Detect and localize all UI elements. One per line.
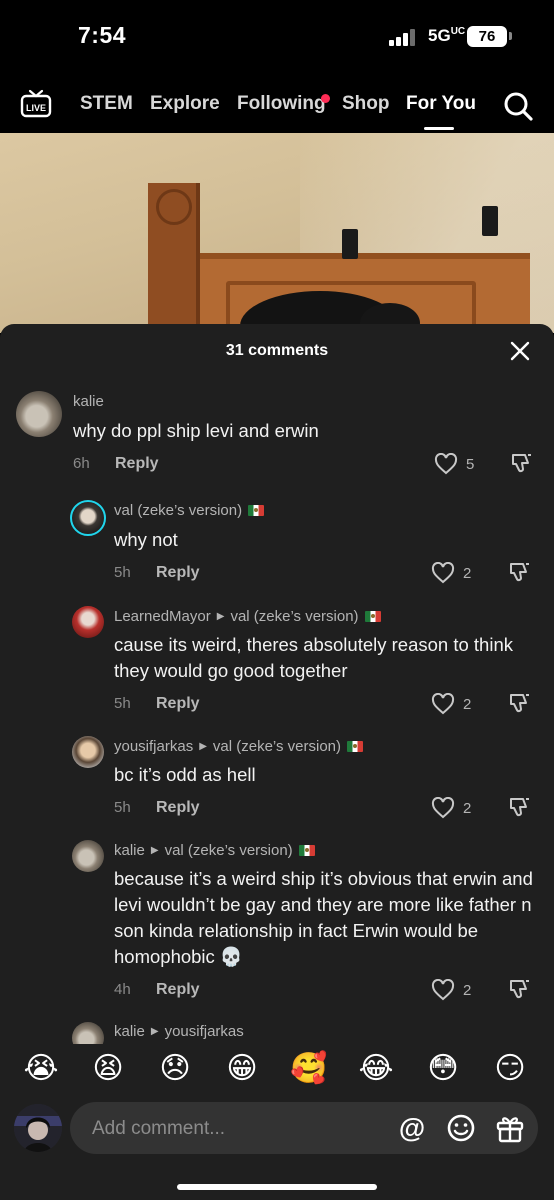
video-player[interactable] [0, 133, 554, 333]
video-hook [482, 206, 498, 236]
comment-input[interactable] [92, 1116, 372, 1142]
emoji-laughing-button[interactable]: 😂 [357, 1050, 395, 1088]
reply-button[interactable]: Reply [156, 981, 200, 999]
reply-button[interactable]: Reply [115, 455, 159, 473]
reply-button[interactable]: Reply [156, 695, 200, 713]
cellular-signal-icon [389, 29, 419, 46]
status-bar: 7:54 5GUC 76 [0, 0, 554, 72]
reply-arrow-icon: ▶ [216, 611, 225, 622]
avatar[interactable] [16, 391, 62, 437]
comment-username[interactable]: kalie ▶ val (zeke’s version) [114, 842, 315, 859]
comment-time: 6h [73, 455, 90, 472]
like-count: 2 [463, 981, 472, 999]
like-count: 2 [463, 564, 472, 582]
dislike-icon[interactable] [508, 560, 532, 584]
home-indicator[interactable] [177, 1184, 377, 1190]
tab-stem[interactable]: STEM [80, 93, 133, 115]
network-type: 5GUC [428, 26, 466, 45]
active-tab-indicator [424, 127, 454, 130]
heart-icon [434, 453, 458, 475]
comment-username[interactable]: val (zeke’s version) [114, 502, 265, 519]
like-button[interactable]: 2 [431, 797, 471, 819]
avatar[interactable] [72, 606, 104, 638]
emoji-picker-icon[interactable] [445, 1112, 477, 1144]
mexico-flag-icon [347, 741, 364, 752]
close-icon[interactable] [510, 341, 530, 361]
reply-button[interactable]: Reply [156, 799, 200, 817]
mexico-flag-icon [248, 505, 265, 516]
tab-shop[interactable]: Shop [342, 93, 390, 115]
like-button[interactable]: 2 [431, 693, 471, 715]
comment-text: because it’s a weird ship it’s obvious t… [114, 868, 533, 967]
like-count: 2 [463, 799, 472, 817]
like-button[interactable]: 2 [431, 562, 471, 584]
comment-time: 5h [114, 564, 131, 581]
tab-explore[interactable]: Explore [150, 93, 220, 115]
like-count: 5 [466, 455, 475, 473]
reply-arrow-icon: ▶ [199, 741, 207, 752]
video-door-rosette [156, 189, 192, 225]
comment-username[interactable]: LearnedMayor ▶ val (zeke’s version) [114, 608, 381, 625]
emoji-crying-button[interactable]: 😭 [22, 1050, 60, 1088]
video-hook [342, 229, 358, 259]
live-icon[interactable]: LIVE [20, 88, 52, 120]
svg-text:@: @ [399, 1113, 425, 1143]
notification-dot [321, 94, 330, 103]
heart-icon [431, 693, 455, 715]
emoji-smirk-button[interactable]: 😏 [491, 1050, 529, 1088]
mexico-flag-icon [364, 611, 381, 622]
comment-text: cause its weird, theres absolutely reaso… [114, 634, 513, 681]
avatar[interactable] [72, 840, 104, 872]
dislike-icon[interactable] [508, 795, 532, 819]
mexico-flag-icon [298, 845, 315, 856]
comment-time: 4h [114, 981, 131, 998]
emoji-hearts-button[interactable]: 🥰 [290, 1050, 328, 1088]
dislike-icon[interactable] [510, 451, 534, 475]
emoji-disappointed-button[interactable]: 😞 [156, 1050, 194, 1088]
comment-time: 5h [114, 799, 131, 816]
tab-for-you[interactable]: For You [406, 93, 476, 115]
heart-icon [431, 562, 455, 584]
emoji-flushed-button[interactable]: 😳 [424, 1050, 462, 1088]
emoji-row: 😭 😫 😞 😁 🥰 😂 😳 😏 [0, 1044, 554, 1094]
comment-username[interactable]: yousifjarkas ▶ val (zeke’s version) [114, 738, 364, 755]
comments-count: 31 comments [225, 342, 329, 359]
like-count: 2 [463, 695, 472, 713]
heart-icon [431, 979, 455, 1001]
comment-username[interactable]: kalie [73, 393, 104, 410]
avatar[interactable] [72, 736, 104, 768]
reply-button[interactable]: Reply [156, 564, 200, 582]
gift-icon[interactable] [494, 1112, 526, 1144]
comment-text: bc it’s odd as hell [114, 764, 256, 785]
tab-following[interactable]: Following [237, 93, 326, 115]
top-nav: LIVE STEM Explore Following Shop For You [0, 80, 554, 130]
battery-icon: 76 [467, 26, 507, 47]
emoji-grin-button[interactable]: 😁 [223, 1050, 261, 1088]
reply-arrow-icon: ▶ [150, 1026, 159, 1037]
reply-arrow-icon: ▶ [150, 845, 159, 856]
dislike-icon[interactable] [508, 691, 532, 715]
comment-username[interactable]: kalie ▶ yousifjarkas [114, 1023, 244, 1040]
emoji-tired-button[interactable]: 😫 [89, 1050, 127, 1088]
search-icon[interactable] [502, 90, 534, 122]
like-button[interactable]: 2 [431, 979, 471, 1001]
heart-icon [431, 797, 455, 819]
avatar[interactable] [70, 500, 106, 536]
comment-text: why do ppl ship levi and erwin [73, 420, 319, 441]
like-button[interactable]: 5 [434, 453, 474, 475]
status-time: 7:54 [78, 22, 127, 48]
my-avatar-image [14, 1104, 62, 1152]
comment-text: why not [114, 529, 178, 550]
svg-text:LIVE: LIVE [26, 103, 46, 113]
mention-icon[interactable]: @ [396, 1112, 428, 1144]
battery-tip [509, 32, 512, 40]
my-avatar[interactable] [14, 1104, 62, 1152]
comment-time: 5h [114, 695, 131, 712]
dislike-icon[interactable] [508, 977, 532, 1001]
